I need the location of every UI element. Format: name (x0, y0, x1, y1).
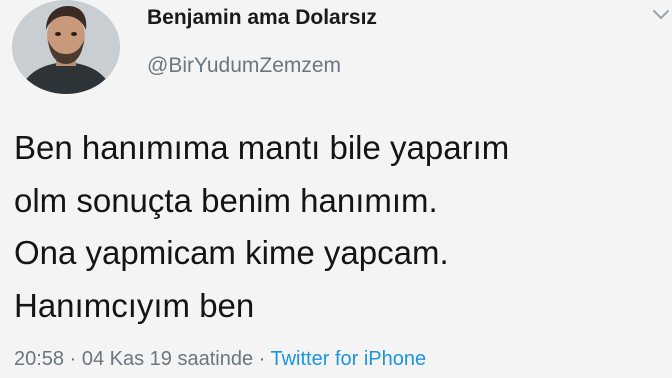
avatar-photo (12, 0, 120, 94)
display-name[interactable]: Benjamin ama Dolarsız (147, 6, 377, 30)
tweet-meta: 20:58 · 04 Kas 19 saatinde · Twitter for… (14, 348, 426, 371)
tweet-card: Benjamin ama Dolarsız @BirYudumZemzem Be… (0, 0, 672, 378)
avatar[interactable] (12, 0, 120, 94)
tweet-text-line: Ben hanımıma mantı bile yaparım (14, 129, 510, 166)
tweet-text: Ben hanımıma mantı bile yaparım olm sonu… (14, 122, 664, 332)
meta-separator: · (253, 348, 271, 370)
tweet-timestamp[interactable]: 20:58 · 04 Kas 19 saatinde (14, 348, 253, 370)
user-handle[interactable]: @BirYudumZemzem (147, 54, 341, 78)
tweet-text-line: Hanımcıyım ben (14, 286, 255, 324)
tweet-source-link[interactable]: Twitter for iPhone (270, 348, 426, 370)
tweet-text-line: Ona yapmicam kime yapcam. (14, 234, 449, 271)
chevron-down-icon[interactable] (652, 8, 670, 22)
tweet-text-line: olm sonuçta benim hanımım. (14, 181, 438, 219)
